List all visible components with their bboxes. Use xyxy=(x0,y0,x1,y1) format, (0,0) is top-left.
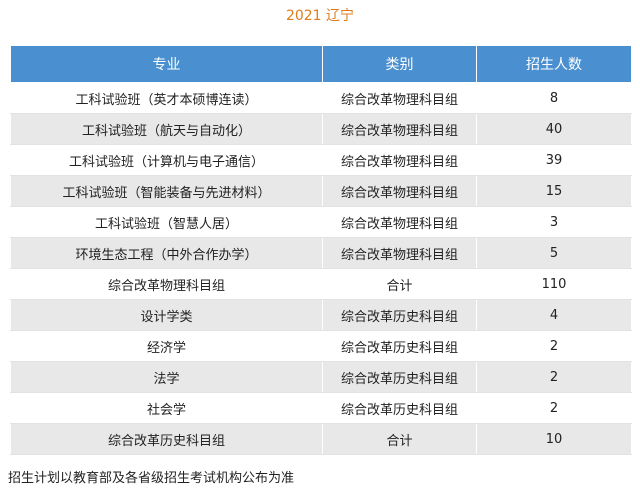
cell-count: 2 xyxy=(476,392,632,424)
cell-category: 综合改革物理科目组 xyxy=(322,237,477,269)
cell-category: 合计 xyxy=(322,268,477,300)
cell-major: 法学 xyxy=(10,361,323,393)
cell-count: 3 xyxy=(476,206,632,238)
cell-major: 经济学 xyxy=(10,330,323,362)
cell-count: 110 xyxy=(476,268,632,300)
cell-category: 综合改革物理科目组 xyxy=(322,113,477,145)
footnote: 招生计划以教育部及各省级招生考试机构公布为准 xyxy=(8,471,295,486)
cell-category: 综合改革物理科目组 xyxy=(322,175,477,207)
table-row: 工科试验班（计算机与电子通信） 综合改革物理科目组 39 xyxy=(10,144,632,176)
cell-category: 综合改革历史科目组 xyxy=(322,330,477,362)
cell-count: 4 xyxy=(476,299,632,331)
table-row: 工科试验班（智慧人居） 综合改革物理科目组 3 xyxy=(10,206,632,238)
cell-category: 综合改革历史科目组 xyxy=(322,361,477,393)
cell-category: 综合改革物理科目组 xyxy=(322,144,477,176)
cell-count: 15 xyxy=(476,175,632,207)
cell-major: 综合改革历史科目组 xyxy=(10,423,323,455)
table-row: 社会学 综合改革历史科目组 2 xyxy=(10,392,632,424)
cell-category: 综合改革物理科目组 xyxy=(322,206,477,238)
table-row: 工科试验班（智能装备与先进材料） 综合改革物理科目组 15 xyxy=(10,175,632,207)
cell-category: 合计 xyxy=(322,423,477,455)
cell-category: 综合改革物理科目组 xyxy=(322,82,477,114)
cell-major: 工科试验班（英才本硕博连读） xyxy=(10,82,323,114)
table-row: 设计学类 综合改革历史科目组 4 xyxy=(10,299,632,331)
cell-count: 8 xyxy=(476,82,632,114)
cell-major: 社会学 xyxy=(10,392,323,424)
header-category: 类别 xyxy=(322,45,477,83)
cell-major: 工科试验班（智能装备与先进材料） xyxy=(10,175,323,207)
table-row-subtotal: 综合改革历史科目组 合计 10 xyxy=(10,423,632,455)
cell-major: 综合改革物理科目组 xyxy=(10,268,323,300)
cell-count: 39 xyxy=(476,144,632,176)
cell-count: 40 xyxy=(476,113,632,145)
cell-major: 工科试验班（智慧人居） xyxy=(10,206,323,238)
cell-count: 2 xyxy=(476,361,632,393)
cell-major: 工科试验班（计算机与电子通信） xyxy=(10,144,323,176)
cell-count: 2 xyxy=(476,330,632,362)
header-count: 招生人数 xyxy=(476,45,632,83)
table-row: 工科试验班（英才本硕博连读） 综合改革物理科目组 8 xyxy=(10,82,632,114)
cell-count: 10 xyxy=(476,423,632,455)
table-header-row: 专业 类别 招生人数 xyxy=(10,45,632,83)
enrollment-table: 专业 类别 招生人数 工科试验班（英才本硕博连读） 综合改革物理科目组 8 工科… xyxy=(10,45,632,455)
cell-category: 综合改革历史科目组 xyxy=(322,299,477,331)
cell-category: 综合改革历史科目组 xyxy=(322,392,477,424)
table-row: 工科试验班（航天与自动化） 综合改革物理科目组 40 xyxy=(10,113,632,145)
cell-major: 设计学类 xyxy=(10,299,323,331)
cell-major: 环境生态工程（中外合作办学） xyxy=(10,237,323,269)
header-major: 专业 xyxy=(10,45,323,83)
table-row-subtotal: 综合改革物理科目组 合计 110 xyxy=(10,268,632,300)
table-row: 法学 综合改革历史科目组 2 xyxy=(10,361,632,393)
table-row: 经济学 综合改革历史科目组 2 xyxy=(10,330,632,362)
page-title: 2021 辽宁 xyxy=(285,8,355,24)
table-row: 环境生态工程（中外合作办学） 综合改革物理科目组 5 xyxy=(10,237,632,269)
cell-major: 工科试验班（航天与自动化） xyxy=(10,113,323,145)
cell-count: 5 xyxy=(476,237,632,269)
